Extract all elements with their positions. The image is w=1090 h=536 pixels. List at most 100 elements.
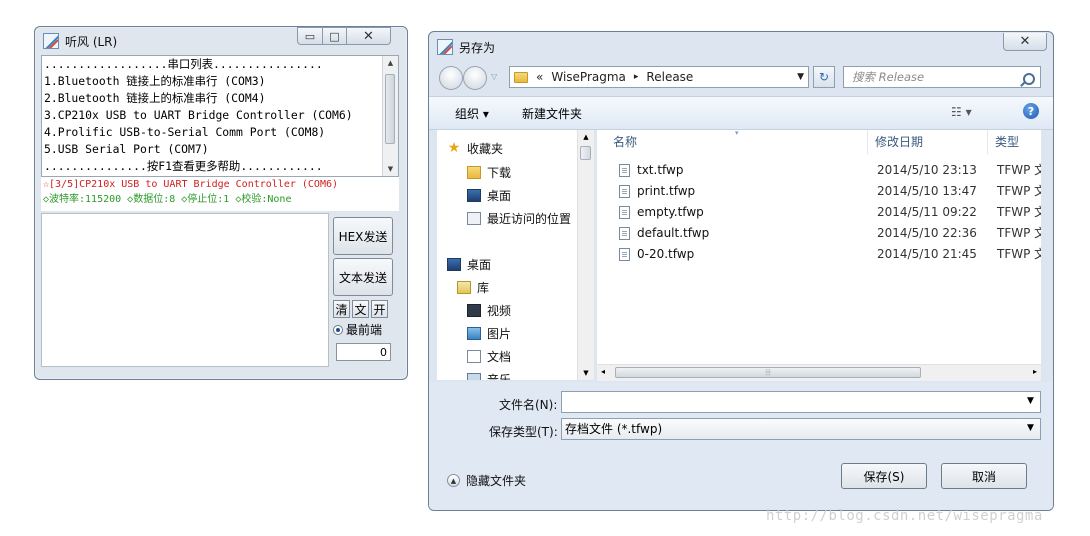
file-row[interactable]: 0-20.tfwp 2014/5/10 21:45 TFWP 文件	[597, 244, 1041, 265]
nav-item-documents[interactable]: 文档	[467, 348, 511, 365]
port-item[interactable]: 5.USB Serial Port (COM7)	[42, 141, 398, 158]
toolbar: 组织 ▾ 新建文件夹 ☷ ▾ ?	[429, 96, 1053, 130]
text-send-button[interactable]: 文本发送	[333, 258, 393, 296]
scroll-thumb[interactable]	[580, 146, 591, 160]
close-button[interactable]: ✕	[1003, 33, 1047, 51]
refresh-button[interactable]: ↻	[813, 66, 835, 88]
port-item[interactable]: 2.Bluetooth 链接上的标准串行 (COM4)	[42, 90, 398, 107]
clear-button[interactable]: 清	[333, 300, 350, 318]
status-area: ☆[3/5]CP210x USB to UART Bridge Controll…	[41, 177, 399, 211]
file-name: txt.tfwp	[637, 163, 684, 177]
radio-icon[interactable]	[333, 324, 343, 335]
breadcrumb-current[interactable]: Release	[646, 70, 693, 84]
sort-indicator-icon: ▾	[735, 130, 739, 137]
file-list-hscrollbar[interactable]: ◂ ⦙⦙⦙ ▸	[597, 364, 1041, 381]
nav-item-downloads[interactable]: 下载	[467, 164, 511, 181]
save-as-dialog: 另存为 ✕ ▽ « WisePragma ▸ Release ▼ ↻ 搜索 Re…	[428, 31, 1054, 511]
topmost-option[interactable]: 最前端	[333, 321, 382, 338]
file-type: TFWP 文件	[997, 205, 1041, 219]
text-mode-button[interactable]: 文	[352, 300, 369, 318]
window-title: 听风 (LR)	[65, 35, 118, 49]
scroll-right-arrow-icon[interactable]: ▸	[1033, 367, 1037, 376]
file-name: default.tfwp	[637, 226, 710, 240]
scroll-down-arrow-icon[interactable]: ▼	[383, 162, 398, 176]
port-item[interactable]: 1.Bluetooth 链接上的标准串行 (COM3)	[42, 73, 398, 90]
file-type: TFWP 文件	[997, 184, 1041, 198]
help-hint: ...............按F1查看更多帮助............	[44, 159, 323, 173]
hex-send-button[interactable]: HEX发送	[333, 217, 393, 255]
recent-locations-dropdown[interactable]: ▽	[491, 72, 497, 81]
file-icon	[619, 164, 630, 177]
search-input[interactable]: 搜索 Release	[843, 66, 1041, 88]
breadcrumb-separator-icon[interactable]: ▸	[634, 72, 639, 82]
filetype-select[interactable]: 存档文件 (*.tfwp)	[561, 418, 1041, 440]
filename-input[interactable]	[561, 391, 1041, 413]
back-button[interactable]	[439, 66, 463, 90]
organize-button[interactable]: 组织 ▾	[455, 105, 489, 122]
file-row[interactable]: default.tfwp 2014/5/10 22:36 TFWP 文件	[597, 223, 1041, 244]
file-row[interactable]: print.tfwp 2014/5/10 13:47 TFWP 文件	[597, 181, 1041, 202]
scroll-down-arrow-icon[interactable]: ▼	[578, 366, 594, 380]
title-bar[interactable]: 听风 (LR) ▭ □ ✕	[35, 27, 407, 53]
port-list[interactable]: ..................串口列表................ 1…	[41, 55, 399, 177]
port-list-scrollbar[interactable]: ▲ ▼	[382, 56, 398, 176]
file-row[interactable]: txt.tfwp 2014/5/10 23:13 TFWP 文件	[597, 160, 1041, 181]
hide-folders-toggle[interactable]: ▲ 隐藏文件夹	[447, 472, 526, 489]
scroll-thumb[interactable]: ⦙⦙⦙	[615, 367, 921, 378]
send-textarea[interactable]	[41, 213, 329, 367]
nav-item-music[interactable]: 音乐	[467, 371, 511, 380]
save-button[interactable]: 保存(S)	[841, 463, 927, 489]
maximize-button[interactable]: □	[323, 27, 347, 45]
filetype-dropdown-icon[interactable]: ▼	[1027, 423, 1034, 433]
downloads-folder-icon	[467, 166, 481, 179]
nav-item-libraries[interactable]: 库	[457, 279, 489, 296]
scroll-left-arrow-icon[interactable]: ◂	[601, 367, 605, 376]
open-port-button[interactable]: 开	[371, 300, 388, 318]
scroll-up-arrow-icon[interactable]: ▲	[578, 130, 594, 144]
help-icon[interactable]: ?	[1023, 103, 1039, 119]
desktop-icon	[447, 258, 461, 271]
column-divider[interactable]	[987, 130, 988, 154]
nav-item-desktop[interactable]: 桌面	[467, 187, 511, 204]
nav-item-pictures[interactable]: 图片	[467, 325, 511, 342]
address-bar[interactable]: « WisePragma ▸ Release ▼	[509, 66, 809, 88]
address-dropdown-icon[interactable]: ▼	[797, 72, 804, 82]
search-icon[interactable]	[1023, 73, 1035, 85]
port-item[interactable]: 4.Prolific USB-to-Serial Comm Port (COM8…	[42, 124, 398, 141]
navigation-scrollbar[interactable]: ▲ ▼	[577, 130, 594, 380]
file-icon	[619, 227, 630, 240]
filename-dropdown-icon[interactable]: ▼	[1027, 396, 1034, 406]
nav-item-recent-places[interactable]: 最近访问的位置	[467, 210, 571, 227]
topmost-label: 最前端	[346, 323, 383, 337]
column-header-date[interactable]: 修改日期	[875, 130, 923, 154]
view-options-button[interactable]: ☷ ▾	[951, 105, 972, 119]
close-button[interactable]: ✕	[347, 27, 391, 45]
video-icon	[467, 304, 481, 317]
nav-item-videos[interactable]: 视频	[467, 302, 511, 319]
navigation-pane: ★ 收藏夹 下载 桌面 最近访问的位置 桌面 库 视频 图片 文档 音乐	[437, 130, 593, 380]
star-icon: ★	[447, 140, 461, 156]
nav-item-desktop-root[interactable]: 桌面	[447, 256, 491, 273]
file-type: TFWP 文件	[997, 163, 1041, 177]
file-icon	[619, 248, 630, 261]
forward-button[interactable]	[463, 66, 487, 90]
column-header-type[interactable]: 类型	[995, 130, 1019, 154]
count-field[interactable]: 0	[336, 343, 391, 361]
column-divider[interactable]	[867, 130, 868, 154]
nav-item-favorites[interactable]: ★ 收藏夹	[447, 140, 503, 157]
dialog-icon	[437, 39, 453, 55]
file-type: TFWP 文件	[997, 226, 1041, 240]
scroll-thumb[interactable]	[385, 74, 395, 144]
column-header-name[interactable]: 名称	[613, 130, 637, 154]
breadcrumb-parent[interactable]: WisePragma	[551, 70, 626, 84]
breadcrumb-overflow[interactable]: «	[536, 70, 543, 84]
hide-folders-label: 隐藏文件夹	[466, 474, 527, 488]
pictures-icon	[467, 327, 481, 340]
port-item[interactable]: 3.CP210x USB to UART Bridge Controller (…	[42, 107, 398, 124]
minimize-button[interactable]: ▭	[297, 27, 323, 45]
status-port: ☆[3/5]CP210x USB to UART Bridge Controll…	[43, 179, 339, 190]
scroll-up-arrow-icon[interactable]: ▲	[383, 56, 398, 70]
new-folder-button[interactable]: 新建文件夹	[522, 105, 582, 122]
file-row[interactable]: empty.tfwp 2014/5/11 09:22 TFWP 文件	[597, 202, 1041, 223]
cancel-button[interactable]: 取消	[941, 463, 1027, 489]
